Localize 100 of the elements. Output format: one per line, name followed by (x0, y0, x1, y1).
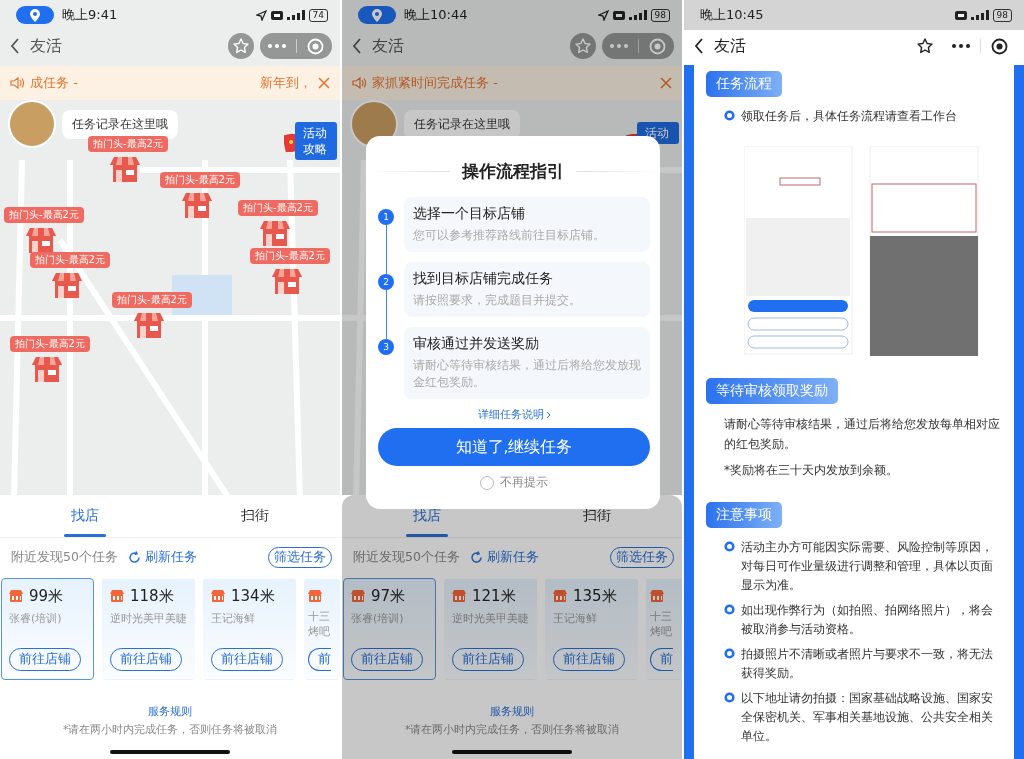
bullet-icon (724, 692, 735, 703)
step-number: 1 (378, 209, 394, 225)
bullet-icon (724, 541, 735, 552)
store-distance: 118米 (130, 586, 174, 606)
store-name: 王记海鲜 (211, 611, 256, 627)
bullet-icon (724, 110, 735, 121)
storefront-icon[interactable] (260, 220, 290, 246)
location-indicator[interactable] (16, 6, 54, 24)
notice-text: 家抓紧时间完成任务 - (372, 74, 498, 92)
detail-link[interactable]: 详细任务说明 (477, 407, 551, 422)
store-card[interactable]: 99米 张睿(培训) 前往店铺 (1, 578, 94, 680)
store-distance: 97米 (371, 586, 406, 606)
location-arrow-icon (597, 9, 609, 21)
activity-guide-badge[interactable]: 活动攻略 (295, 122, 337, 160)
chevron-icon (545, 410, 551, 419)
close-icon[interactable] (660, 77, 672, 89)
battery-percentage: 98 (650, 8, 670, 22)
store-card[interactable]: 134米 王记海鲜 前往店铺 (203, 578, 296, 680)
shop-icon (9, 590, 23, 602)
store-distance: 134米 (231, 586, 275, 606)
close-icon[interactable] (318, 77, 330, 89)
page-title: 友活 (714, 35, 746, 57)
signal-icon (970, 10, 989, 20)
back-button[interactable] (10, 38, 20, 54)
store-distance: 99米 (29, 586, 64, 606)
continue-button[interactable]: 知道了,继续任务 (378, 428, 650, 466)
tab[interactable]: 找店 (342, 495, 512, 537)
storefront-icon[interactable] (32, 356, 62, 382)
hd-icon (612, 10, 625, 20)
shop-icon (553, 590, 567, 602)
marker-label[interactable]: 拍门头-最高2元 (238, 200, 318, 216)
step-description: 您可以参考推荐路线前往目标店铺。 (413, 227, 606, 244)
signal-icon (286, 10, 305, 20)
hd-icon (954, 10, 967, 20)
step-number: 3 (378, 339, 394, 355)
section-heading: 注意事项 (706, 502, 782, 528)
notice-text: 成任务 - (30, 74, 78, 92)
speaker-icon (10, 77, 24, 89)
store-card[interactable]: 135米 王记海鲜 前往店铺 (545, 578, 638, 680)
bullet-text: 领取任务后，具体任务流程请查看工作台 (741, 108, 957, 125)
service-rules-link[interactable]: 服务规则 (490, 704, 534, 719)
storefront-icon[interactable] (26, 227, 56, 253)
service-rules-link[interactable]: 服务规则 (148, 704, 192, 719)
store-name: 张睿(培训) (9, 611, 63, 627)
refresh-link[interactable]: 刷新任务 (469, 548, 539, 566)
marker-label[interactable]: 拍门头-最高2元 (160, 172, 240, 188)
marker-label[interactable]: 拍门头-最高2元 (88, 136, 168, 152)
tab[interactable]: 找店 (0, 495, 170, 537)
page-title: 友活 (30, 35, 62, 57)
refresh-link[interactable]: 刷新任务 (127, 548, 197, 566)
notice-text: 新年到， (260, 74, 312, 92)
footnote: *请在两小时内完成任务，否则任务将被取消 (62, 723, 278, 737)
storefront-icon[interactable] (110, 156, 140, 182)
more-button[interactable] (952, 44, 970, 48)
store-name: 逆时光美甲美睫 (110, 611, 188, 627)
store-distance: 121米 (472, 586, 516, 606)
section-heading: 任务流程 (706, 71, 782, 97)
marker-label[interactable]: 拍门头-最高2元 (112, 292, 192, 308)
step-description: 请耐心等待审核结果，通过后将给您发放现金红包奖励。 (413, 357, 642, 391)
shop-icon (308, 590, 322, 602)
refresh-icon (127, 550, 141, 564)
location-arrow-icon (255, 9, 267, 21)
marker-label[interactable]: 拍门头-最高2元 (4, 207, 84, 223)
footnote: *请在两小时内完成任务，否则任务将被取消 (404, 723, 620, 737)
storefront-icon[interactable] (52, 272, 82, 298)
signal-icon (628, 10, 647, 20)
step-title: 找到目标店铺完成任务 (413, 270, 554, 288)
bullet-text: 以下地址请勿拍摄：国家基础战略设施、国家安全保密机关、军事相关基地设施、公共安全相关单位。 (741, 690, 994, 745)
store-card[interactable]: 118米 逆时光美甲美睫 前往店铺 (102, 578, 195, 680)
bullet-text: 活动主办方可能因实际需要、风险控制等原因，对每日可作业量级进行调整和管理，具体以页面显示为准。 (741, 539, 994, 594)
close-miniprogram-button[interactable] (991, 37, 1008, 55)
storefront-icon[interactable] (134, 312, 164, 338)
store-card[interactable]: 97米 张睿(培训) 前往店铺 (343, 578, 436, 680)
envelope-icon (284, 134, 298, 152)
dialog-title: 操作流程指引 (462, 160, 564, 183)
tab[interactable]: 扫街 (512, 495, 682, 537)
bullet-text: 如出现作弊行为（如拍照、拍网络照片），将会被取消参与活动资格。 (741, 602, 994, 638)
store-name: 逆时光美甲美睫 (452, 611, 530, 627)
bullet-icon (724, 604, 735, 615)
status-time: 晚上9:41 (62, 6, 118, 24)
tab[interactable]: 扫街 (170, 495, 340, 537)
marker-label[interactable]: 拍门头-最高2元 (10, 336, 90, 352)
store-card[interactable]: 121米 逆时光美甲美睫 前往店铺 (444, 578, 537, 680)
marker-label[interactable]: 拍门头-最高2元 (30, 252, 110, 268)
paragraph: 请耐心等待审核结果，通过后将给您发放每单相对应的红包奖励。 (724, 416, 1001, 453)
bullet-text: 拍摄照片不清晰或者照片与要求不一致，将无法获得奖励。 (741, 646, 994, 682)
step-title: 审核通过并发送奖励 (413, 335, 540, 353)
bullet-icon (724, 648, 735, 659)
storefront-icon[interactable] (272, 268, 302, 294)
store-name: 张睿(培训) (351, 611, 405, 627)
hd-icon (270, 10, 283, 20)
checkbox-label: 不再提示 (500, 474, 548, 491)
storefront-icon[interactable] (182, 192, 212, 218)
marker-label[interactable]: 拍门头-最高2元 (250, 248, 330, 264)
paragraph: *奖励将在三十天内发放到余额。 (724, 462, 899, 479)
status-time: 晚上10:45 (700, 6, 764, 24)
back-button[interactable] (694, 38, 704, 54)
refresh-icon (469, 550, 483, 564)
location-indicator[interactable] (358, 6, 396, 24)
section-heading: 等待审核领取奖励 (706, 378, 838, 404)
